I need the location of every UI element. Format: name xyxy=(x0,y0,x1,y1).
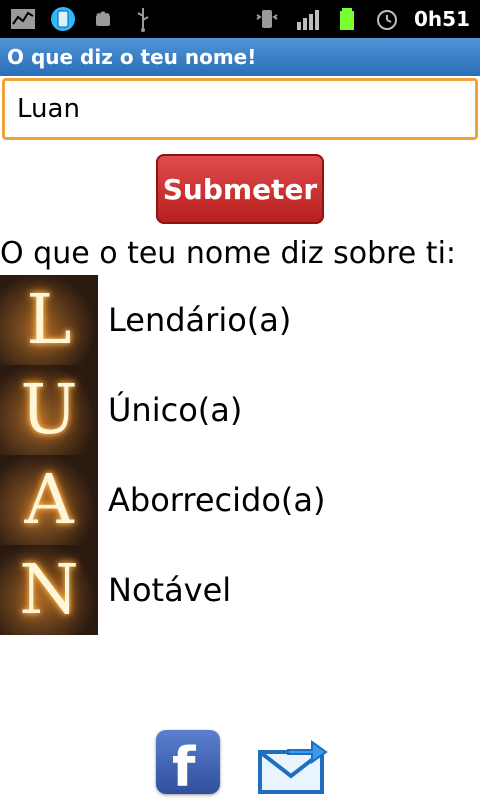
name-input[interactable] xyxy=(5,81,475,137)
activity-icon xyxy=(11,9,35,29)
list-item: L Lendário(a) xyxy=(0,275,480,365)
name-input-wrapper[interactable] xyxy=(2,78,478,140)
list-item: N Notável xyxy=(0,545,480,635)
facebook-share-button[interactable]: f xyxy=(156,730,220,799)
status-right: 0h51 xyxy=(254,6,470,32)
letter-glyph: A xyxy=(24,460,74,540)
signal-icon xyxy=(297,10,319,30)
letter-meaning: Notável xyxy=(108,571,232,609)
share-bar: f xyxy=(0,728,480,800)
submit-button-label: Submeter xyxy=(162,172,318,206)
email-share-icon[interactable] xyxy=(258,734,328,796)
letter-glyph: N xyxy=(19,550,79,630)
status-bar: 0h51 xyxy=(0,0,480,38)
letter-image: A xyxy=(0,455,98,545)
app-title: O que diz o teu nome! xyxy=(7,45,257,69)
letter-meaning: Lendário(a) xyxy=(108,301,292,339)
list-item: U Único(a) xyxy=(0,365,480,455)
status-time: 0h51 xyxy=(414,7,470,31)
result-heading: O que o teu nome diz sobre ti: xyxy=(0,236,457,271)
letter-meaning: Aborrecido(a) xyxy=(108,481,326,519)
app-title-bar: O que diz o teu nome! xyxy=(0,38,480,76)
letter-meanings-list: L Lendário(a) U Único(a) A Aborrecido(a)… xyxy=(0,275,480,635)
list-item: A Aborrecido(a) xyxy=(0,455,480,545)
vibrate-icon xyxy=(256,10,278,28)
alarm-icon xyxy=(377,10,397,30)
submit-button[interactable]: Submeter xyxy=(156,154,324,224)
letter-meaning: Único(a) xyxy=(108,391,243,429)
phone-app-icon xyxy=(51,7,75,31)
letter-image: U xyxy=(0,365,98,455)
letter-glyph: U xyxy=(20,370,78,450)
letter-glyph: L xyxy=(26,280,72,360)
facebook-icon: f xyxy=(172,736,196,799)
status-left xyxy=(10,6,156,32)
letter-image: L xyxy=(0,275,98,365)
letter-image: N xyxy=(0,545,98,635)
usb-icon xyxy=(137,8,149,32)
battery-icon xyxy=(340,8,354,30)
android-icon xyxy=(96,11,110,26)
